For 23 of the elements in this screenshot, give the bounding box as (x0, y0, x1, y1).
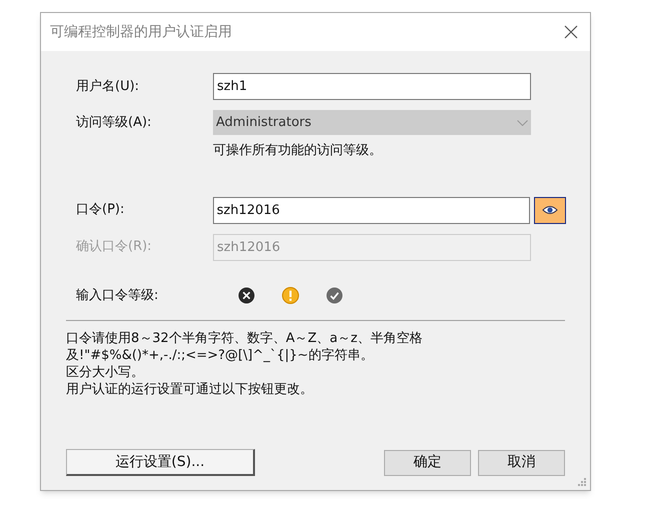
resize-grip-icon[interactable] (577, 477, 587, 487)
help-text: 用户认证的运行设置可通过以下按钮更改。 (66, 380, 314, 398)
ok-button[interactable]: 确定 (384, 450, 471, 476)
eye-icon (542, 205, 558, 215)
show-password-button[interactable] (534, 196, 566, 224)
field-label: 访问等级(A): (76, 114, 152, 132)
field-label: 口令(P): (76, 201, 126, 220)
field-label: 确认口令(R): (76, 238, 153, 256)
check-icon (326, 287, 343, 304)
warning-icon (282, 287, 299, 304)
input-field[interactable]: szh1 (213, 73, 531, 100)
field-label: 用户名(U): (76, 78, 140, 96)
password-field[interactable]: szh12016 (212, 196, 530, 224)
help-text: 及!"#$%&()*+,-./:;<=>?@[\]^_`{|}~的字符串。 (66, 346, 374, 364)
strength-label: 输入口令等级: (76, 286, 160, 305)
close-icon[interactable] (564, 25, 578, 39)
weak-icon (238, 287, 255, 304)
help-text: 区分大小写。 (66, 364, 145, 380)
window-title: 可编程控制器的用户认证启用 (50, 22, 232, 42)
help-text: 口令请使用8～32个半角字符、数字、A～Z、a～z、半角空格 (66, 330, 424, 346)
cancel-button[interactable]: 取消 (478, 450, 565, 476)
run-settings-button[interactable]: 运行设置(S)... (66, 449, 255, 476)
access-level-description: 可操作所有功能的访问等级。 (213, 142, 383, 160)
